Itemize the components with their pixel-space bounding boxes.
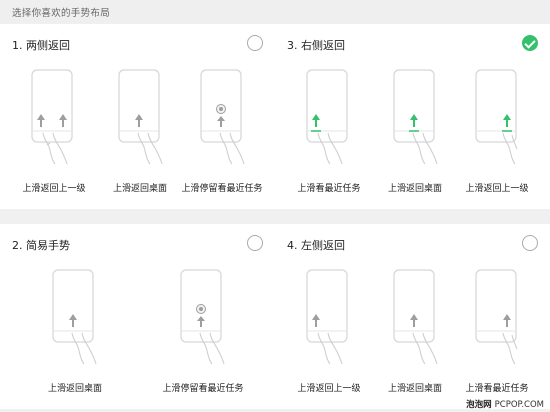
phone-right-arrow-icon	[475, 269, 518, 365]
gesture-caption: 上滑返回桌面	[112, 184, 167, 194]
gesture-caption: 上滑看最近任务	[465, 384, 529, 394]
phone-green-arrow-center-icon	[393, 69, 438, 165]
watermark-site-name: 泡泡网	[466, 400, 492, 410]
page-title: 选择你喜欢的手势布局	[12, 8, 111, 19]
phone-gesture-illustration	[306, 269, 350, 369]
phone-green-arrow-right-icon	[475, 69, 518, 165]
gesture-caption: 上滑停留看最近任务	[181, 184, 263, 194]
radio-unchecked-icon[interactable]	[247, 235, 263, 251]
option-title: 2. 简易手势	[12, 239, 70, 252]
gesture-caption: 上滑返回桌面	[47, 384, 102, 394]
layout-card-top: 1. 两侧返回 上滑返回上一级 上滑返回桌面 上滑停留看最近任务 3. 右侧返回…	[0, 24, 550, 209]
option-left-side-back[interactable]: 4. 左侧返回 上滑返回上一级 上滑返回桌面 上滑看最近任务	[275, 224, 550, 409]
header-bar: 选择你喜欢的手势布局	[0, 0, 550, 23]
phone-gesture-illustration	[180, 269, 225, 369]
gesture-caption: 上滑看最近任务	[297, 184, 361, 194]
phone-gesture-illustration	[475, 69, 519, 169]
phone-hold-arrow-icon	[200, 69, 245, 165]
phone-center-arrow-icon	[52, 269, 97, 365]
phone-gesture-illustration	[475, 269, 519, 369]
phone-green-arrow-left-icon	[306, 69, 348, 165]
option-title: 1. 两侧返回	[12, 39, 70, 52]
option-two-side-back[interactable]: 1. 两侧返回 上滑返回上一级 上滑返回桌面 上滑停留看最近任务	[0, 24, 275, 209]
phone-gesture-illustration	[118, 69, 163, 169]
radio-unchecked-icon[interactable]	[247, 35, 263, 51]
gesture-caption: 上滑返回上一级	[297, 384, 361, 394]
gesture-caption: 上滑返回上一级	[465, 184, 529, 194]
option-title: 3. 右侧返回	[287, 39, 345, 52]
gesture-caption: 上滑返回桌面	[387, 384, 442, 394]
phone-center-arrow-icon	[393, 269, 438, 365]
gesture-caption: 上滑停留看最近任务	[162, 384, 244, 394]
option-title: 4. 左侧返回	[287, 239, 345, 252]
gesture-caption: 上滑返回上一级	[22, 184, 86, 194]
phone-gesture-illustration	[393, 269, 438, 369]
phone-gesture-illustration	[52, 269, 97, 369]
phone-gesture-illustration	[200, 69, 245, 169]
option-right-side-back[interactable]: 3. 右侧返回 上滑看最近任务 上滑返回桌面 上滑返回上一级	[275, 24, 550, 209]
layout-card-bottom: 2. 简易手势 上滑返回桌面 上滑停留看最近任务 4. 左侧返回 上滑返回上一级…	[0, 224, 550, 409]
option-simple-gesture[interactable]: 2. 简易手势 上滑返回桌面 上滑停留看最近任务	[0, 224, 275, 409]
radio-checked-icon[interactable]	[522, 35, 538, 51]
site-watermark: 泡泡网 PCPOP.COM	[466, 398, 544, 410]
phone-gesture-illustration	[393, 69, 438, 169]
phone-center-arrow-icon	[118, 69, 163, 165]
phone-hold-arrow-icon	[180, 269, 225, 365]
phone-two-arrows-icon	[31, 69, 73, 165]
phone-left-arrow-icon	[306, 269, 348, 365]
phone-gesture-illustration	[31, 69, 75, 169]
watermark-url: PCPOP.COM	[494, 400, 544, 410]
gesture-caption: 上滑返回桌面	[387, 184, 442, 194]
radio-unchecked-icon[interactable]	[522, 235, 538, 251]
phone-gesture-illustration	[306, 69, 350, 169]
